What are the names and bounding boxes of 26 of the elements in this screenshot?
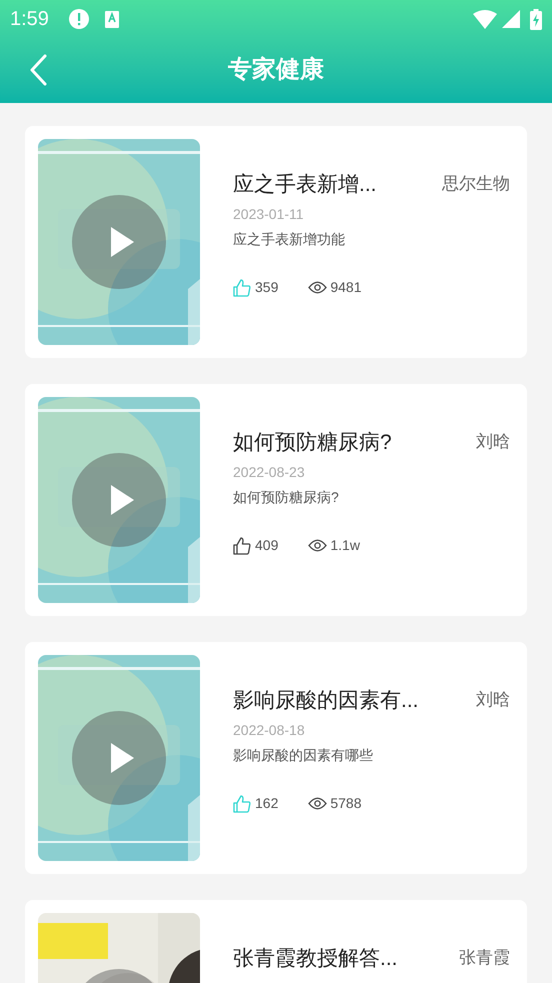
author-name: 刘晗 xyxy=(476,431,510,453)
video-title: 影响尿酸的因素有... xyxy=(233,688,419,714)
video-card[interactable]: 张青霞教授解答... 张青霞 xyxy=(25,900,527,983)
author-name: 刘晗 xyxy=(476,689,510,711)
publish-date: 2022-08-18 xyxy=(233,721,306,739)
video-description: 应之手表新增功能 xyxy=(233,230,346,248)
author-name: 思尔生物 xyxy=(442,173,510,195)
video-title: 如何预防糖尿病? xyxy=(233,430,392,456)
like-count: 409 xyxy=(255,536,278,555)
video-description: 影响尿酸的因素有哪些 xyxy=(233,746,374,764)
video-description: 如何预防糖尿病? xyxy=(233,488,340,506)
video-title: 张青霞教授解答... xyxy=(233,946,398,972)
status-time: 1:59 xyxy=(10,7,49,32)
view-count: 5788 xyxy=(330,794,362,813)
video-card[interactable]: 如何预防糖尿病? 刘晗 2022-08-23 如何预防糖尿病? 409 1.1w xyxy=(25,384,527,616)
view-count: 9481 xyxy=(330,278,362,297)
video-card[interactable]: 影响尿酸的因素有... 刘晗 2022-08-18 影响尿酸的因素有哪些 162 5788 xyxy=(25,642,527,874)
view-count: 1.1w xyxy=(330,536,360,555)
author-name: 张青霞 xyxy=(459,947,510,969)
like-count: 162 xyxy=(255,794,278,813)
like-count: 359 xyxy=(255,278,278,297)
publish-date: 2023-01-11 xyxy=(233,205,305,223)
page-title: 专家健康 xyxy=(228,55,324,85)
video-card[interactable]: 应之手表新增... 思尔生物 2023-01-11 应之手表新增功能 359 9481 xyxy=(25,126,527,358)
video-title: 应之手表新增... xyxy=(233,172,377,198)
publish-date: 2022-08-23 xyxy=(233,463,306,481)
